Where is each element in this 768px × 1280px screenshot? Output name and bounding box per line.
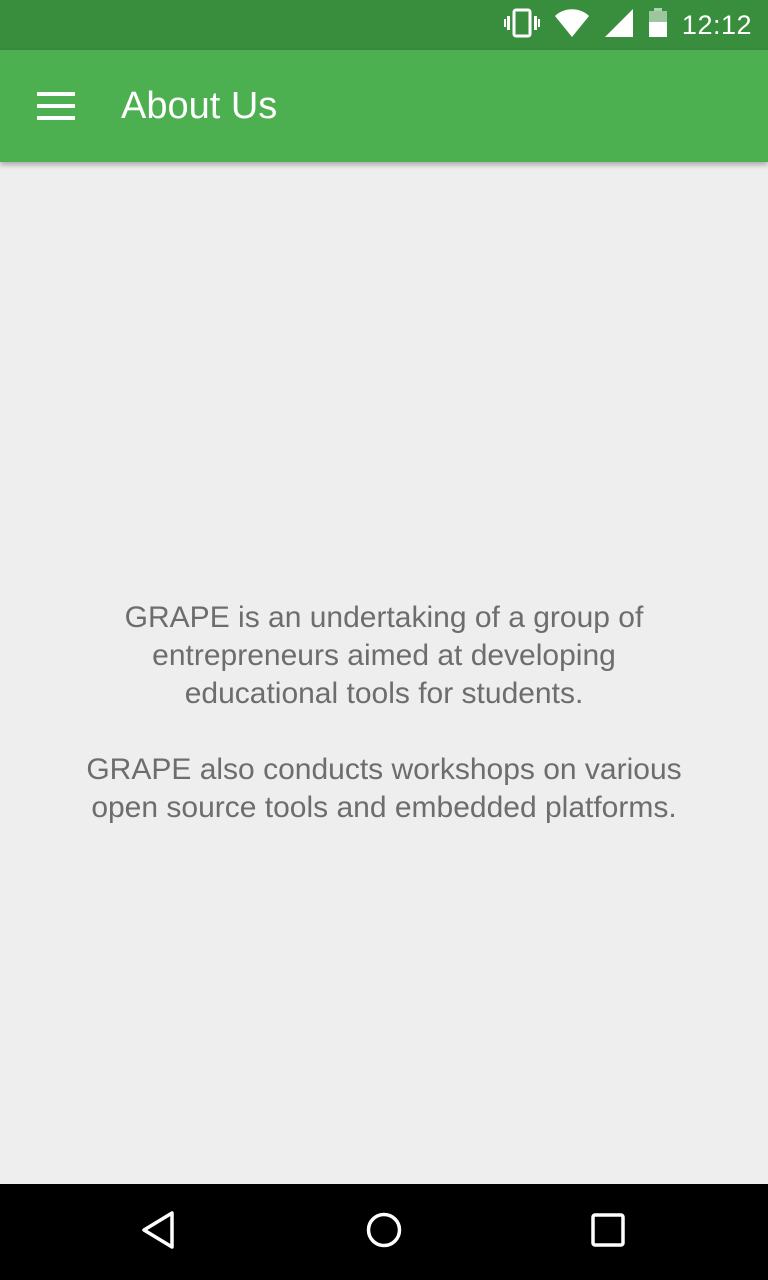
about-paragraph: GRAPE is an undertaking of a group of en… [124, 601, 644, 710]
status-bar: 12:12 [0, 0, 768, 50]
recents-button[interactable] [576, 1200, 640, 1264]
navigation-bar [0, 1184, 768, 1280]
recents-icon [588, 1210, 628, 1255]
page-title: About Us [121, 85, 278, 127]
about-us-screen: 12:12 About Us GRAPE is an undertaking o… [0, 0, 768, 1280]
home-icon [364, 1210, 404, 1255]
vibrate-icon [503, 8, 540, 43]
home-button[interactable] [352, 1200, 416, 1264]
battery-icon [648, 7, 668, 43]
back-button[interactable] [128, 1200, 192, 1264]
back-icon [140, 1210, 180, 1255]
menu-button[interactable] [24, 78, 88, 134]
app-bar: About Us [0, 50, 768, 162]
status-time: 12:12 [681, 9, 752, 40]
main-content: GRAPE is an undertaking of a group of en… [0, 162, 768, 1184]
menu-icon [37, 92, 75, 120]
signal-icon [604, 8, 634, 43]
wifi-icon [554, 8, 590, 43]
about-text: GRAPE is an undertaking of a group of en… [84, 599, 684, 827]
about-paragraph: GRAPE also conducts workshops on various… [86, 753, 682, 824]
status-icons: 12:12 [490, 0, 752, 50]
